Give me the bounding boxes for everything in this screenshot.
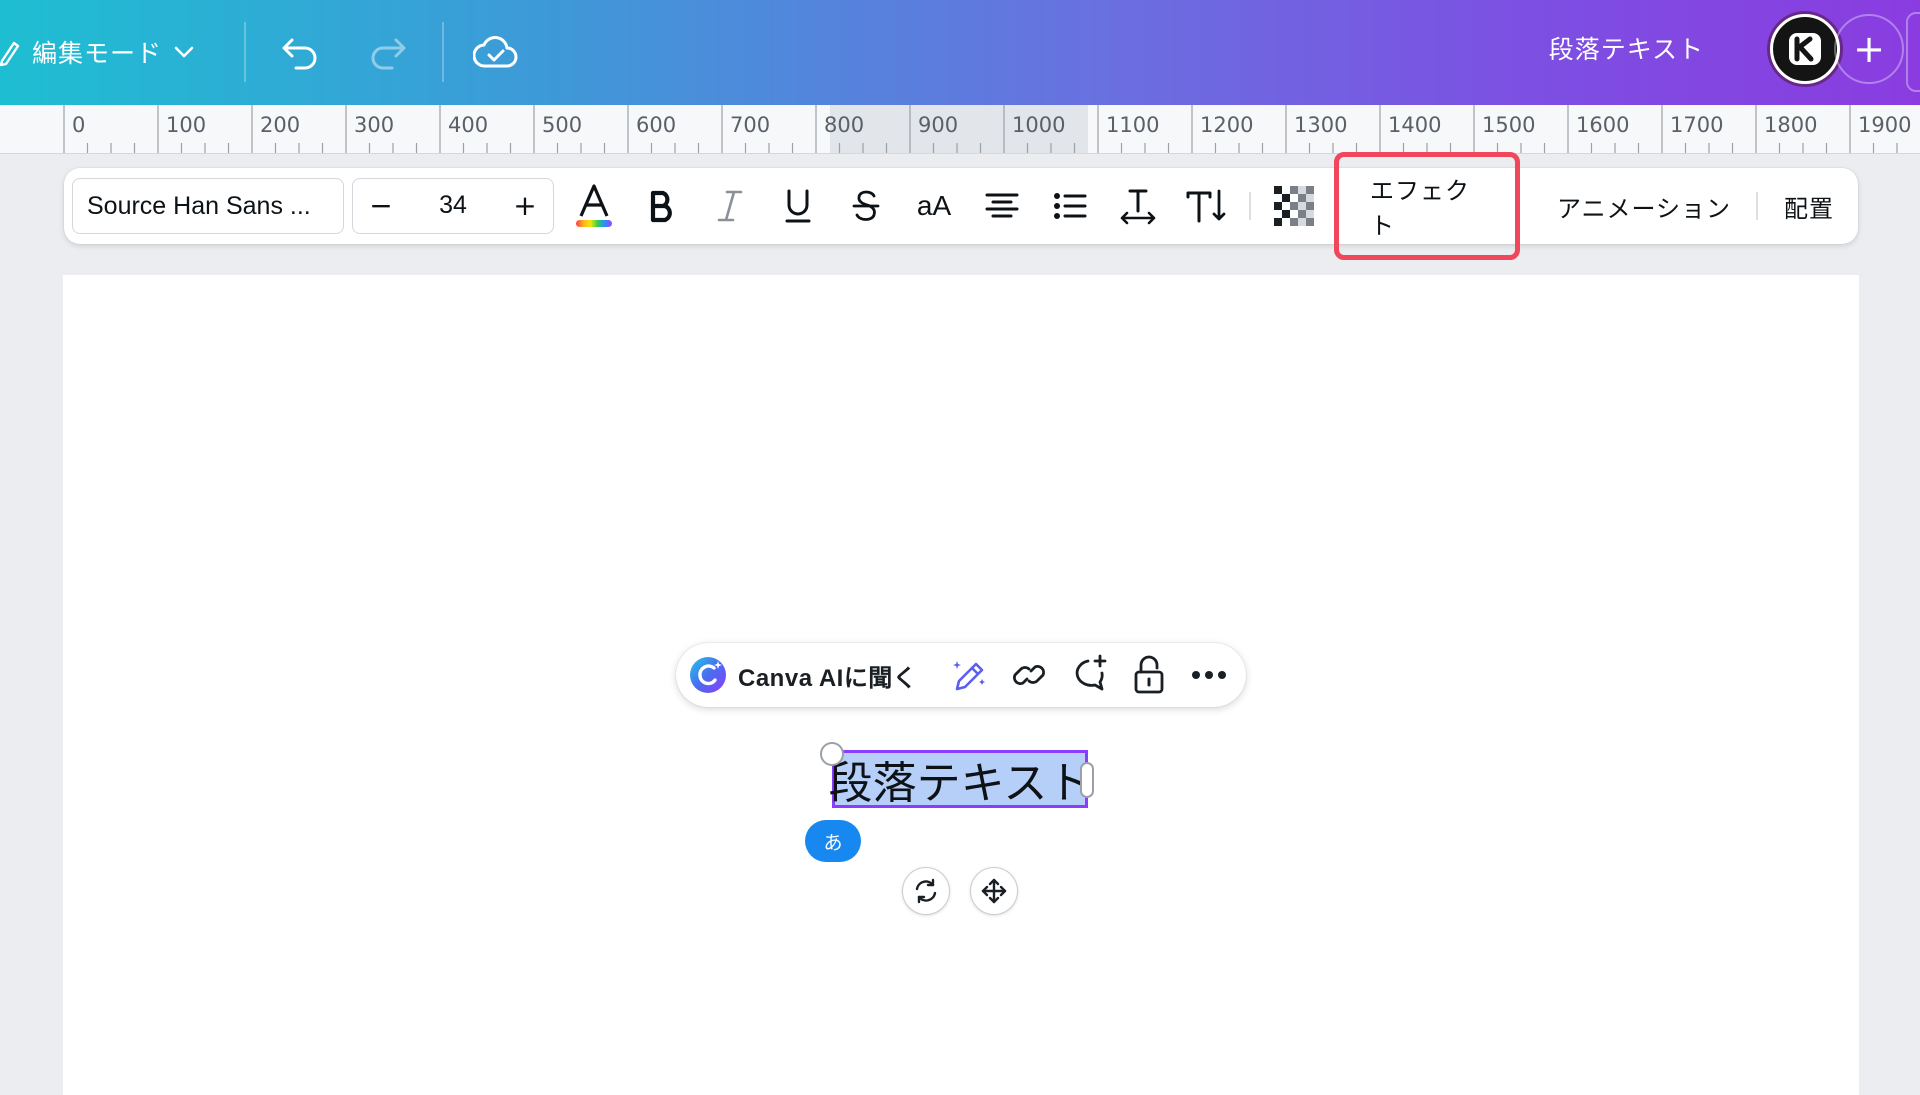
ask-canva-ai-label: Canva AIに聞く xyxy=(738,664,918,692)
ruler-label: 1800 xyxy=(1764,113,1818,137)
ruler-label: 0 xyxy=(72,113,86,137)
text-cursor-handle[interactable] xyxy=(820,742,844,766)
ruler-label: 200 xyxy=(260,113,301,137)
ruler-label: 700 xyxy=(730,113,771,137)
position-button[interactable]: 配置 xyxy=(1774,180,1844,232)
edit-mode-label: 編集モード xyxy=(32,39,163,68)
transparency-button[interactable] xyxy=(1266,180,1322,232)
ruler-label: 1200 xyxy=(1200,113,1254,137)
comment-plus-icon xyxy=(1075,654,1107,691)
bulleted-list-button[interactable] xyxy=(1042,180,1098,232)
italic-button[interactable] xyxy=(702,180,758,232)
transparency-icon xyxy=(1274,186,1314,226)
ruler-label: 1500 xyxy=(1482,113,1536,137)
strikethrough-button[interactable] xyxy=(838,180,894,232)
cloud-check-icon xyxy=(473,36,518,68)
redo-icon xyxy=(371,38,406,70)
font-family-select[interactable]: Source Han Sans ... xyxy=(72,178,344,234)
bold-icon xyxy=(650,190,672,223)
canva-ai-icon xyxy=(690,657,726,693)
bold-button[interactable] xyxy=(634,180,690,232)
ruler-label: 100 xyxy=(166,113,207,137)
letter-case-button[interactable]: aA xyxy=(906,180,962,232)
ruler-label: 1400 xyxy=(1388,113,1442,137)
move-icon xyxy=(981,878,1007,904)
redo-button[interactable] xyxy=(360,27,416,77)
text-format-toolbar: Source Han Sans ... − 34 + aA エフェクト アニメー… xyxy=(64,168,1858,244)
strikethrough-icon xyxy=(852,190,880,221)
ruler-label: 1300 xyxy=(1294,113,1348,137)
ruler-label: 1600 xyxy=(1576,113,1630,137)
italic-icon xyxy=(717,190,743,222)
magic-pencil-icon xyxy=(953,661,985,691)
letter-spacing-icon xyxy=(1120,189,1156,225)
rotate-icon xyxy=(915,878,937,904)
decrease-font-size-button[interactable]: − xyxy=(353,179,409,232)
horizontal-ruler: 0 100 200 300 400 500 600 700 800 900 1000 1100 1200… xyxy=(0,105,1920,154)
text-color-button[interactable] xyxy=(566,180,622,232)
ruler-label: 600 xyxy=(636,113,677,137)
bullet-list-icon xyxy=(1054,193,1087,219)
document-title[interactable]: 段落テキスト xyxy=(1549,30,1704,66)
divider xyxy=(442,22,444,82)
move-button[interactable] xyxy=(970,867,1018,915)
cloud-save-button[interactable] xyxy=(468,27,524,77)
divider xyxy=(244,22,246,82)
lock-button[interactable] xyxy=(1124,649,1174,701)
selected-text-box[interactable]: 段落テキスト xyxy=(829,750,1091,809)
underline-icon xyxy=(785,189,811,223)
magic-edit-button[interactable] xyxy=(944,649,994,701)
ruler-label: 800 xyxy=(824,113,865,137)
element-context-bar: Canva AIに聞く xyxy=(676,643,1246,707)
top-bar: 編集モード 段落テキスト + xyxy=(0,0,1920,105)
rotate-button[interactable] xyxy=(902,867,950,915)
ruler-label: 1100 xyxy=(1106,113,1160,137)
link-button[interactable] xyxy=(1004,649,1054,701)
more-options-button[interactable] xyxy=(1184,649,1234,701)
add-collaborator-button[interactable]: + xyxy=(1834,14,1904,84)
vertical-text-icon xyxy=(1186,189,1226,223)
divider xyxy=(1756,192,1758,220)
font-size-input[interactable]: 34 xyxy=(409,179,497,232)
undo-button[interactable] xyxy=(272,27,328,77)
user-logo-icon xyxy=(1789,33,1821,65)
resize-handle-right[interactable] xyxy=(1080,762,1094,798)
ruler-label: 1700 xyxy=(1670,113,1724,137)
effects-highlight-annotation xyxy=(1334,152,1520,260)
ruler-label: 400 xyxy=(448,113,489,137)
underline-button[interactable] xyxy=(770,180,826,232)
link-icon xyxy=(1013,665,1045,685)
ask-canva-ai-button[interactable]: Canva AIに聞く xyxy=(688,649,917,701)
unlock-icon xyxy=(1134,655,1164,694)
plus-icon: + xyxy=(1853,27,1885,71)
add-comment-button[interactable] xyxy=(1064,649,1114,701)
increase-font-size-button[interactable]: + xyxy=(497,179,553,232)
animate-button[interactable]: アニメーション xyxy=(1544,180,1744,232)
pencil-icon xyxy=(0,37,22,67)
ruler-label: 500 xyxy=(542,113,583,137)
avatar[interactable] xyxy=(1770,14,1840,84)
ruler-label: 1900 xyxy=(1858,113,1912,137)
ruler-label: 300 xyxy=(354,113,395,137)
letter-spacing-button[interactable] xyxy=(1110,180,1166,232)
edit-mode-menu[interactable]: 編集モード xyxy=(0,28,196,76)
text-align-button[interactable] xyxy=(974,180,1030,232)
more-horizontal-icon xyxy=(1192,671,1226,679)
align-center-icon xyxy=(985,193,1019,218)
vertical-text-button[interactable] xyxy=(1178,180,1234,232)
undo-icon xyxy=(282,38,317,70)
ruler-label: 1000 xyxy=(1012,113,1066,137)
divider xyxy=(1249,192,1251,220)
ruler-label: 900 xyxy=(918,113,959,137)
ime-input-indicator: あ xyxy=(805,820,861,862)
font-size-stepper: − 34 + xyxy=(352,178,554,234)
chevron-down-icon xyxy=(172,40,196,64)
text-color-icon xyxy=(576,184,612,227)
share-button[interactable] xyxy=(1906,12,1920,92)
